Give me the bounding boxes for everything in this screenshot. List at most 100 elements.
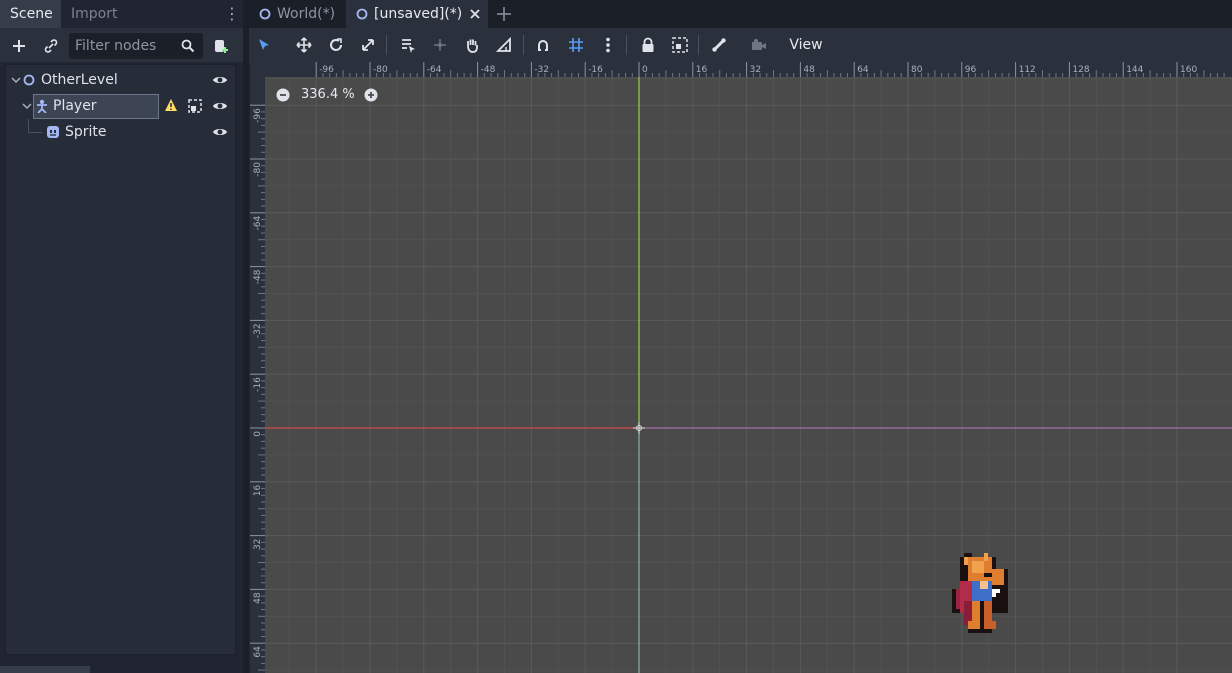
zoom-out-icon[interactable] <box>276 88 290 102</box>
filter-nodes-field[interactable] <box>69 33 203 59</box>
toolbar-separator <box>386 35 387 55</box>
link-icon <box>44 39 58 53</box>
list-select-button[interactable] <box>395 32 421 58</box>
ruler-label: 32 <box>253 539 263 550</box>
filter-nodes-input[interactable] <box>69 33 177 59</box>
smart-snap-button[interactable] <box>531 32 557 58</box>
tab-import[interactable]: Import <box>61 0 126 28</box>
tree-node-otherlevel[interactable]: OtherLevel <box>6 68 235 92</box>
add-node-button[interactable] <box>6 33 32 59</box>
pivot-icon <box>434 39 446 51</box>
hand-icon <box>467 39 478 53</box>
scale-mode-button[interactable] <box>355 32 381 58</box>
toolbar-separator <box>698 35 699 55</box>
tree-node-label: OtherLevel <box>41 72 118 88</box>
rotate-icon <box>330 38 342 51</box>
skeleton-options-button[interactable] <box>706 32 732 58</box>
pivot-mode-button[interactable] <box>427 32 453 58</box>
group-button[interactable] <box>667 32 693 58</box>
toolbar-separator <box>523 35 524 55</box>
ruler-label: 64 <box>857 65 869 75</box>
ruler-icon <box>496 37 511 52</box>
move-icon <box>296 37 312 53</box>
bone-icon <box>712 38 726 52</box>
node2d-circle-icon <box>23 74 35 86</box>
ruler-label: -80 <box>253 162 263 177</box>
list-select-icon <box>402 39 415 53</box>
node2d-circle-icon <box>356 8 368 20</box>
canvas-viewport[interactable]: -96 -80 -64 -48 -32 -16 0 16 32 48 64 80 96 112 128 144… <box>250 62 1232 673</box>
tab-scene[interactable]: Scene <box>0 0 61 28</box>
node2d-circle-icon <box>259 8 271 20</box>
ruler-label: -48 <box>481 65 496 75</box>
lock-button[interactable] <box>635 32 661 58</box>
move-mode-button[interactable] <box>291 32 317 58</box>
ruler-label: 16 <box>253 485 263 497</box>
zoom-level[interactable]: 336.4 % <box>301 85 355 105</box>
grid-snap-icon <box>569 38 583 52</box>
plus-icon <box>497 7 511 21</box>
ruler-label: 48 <box>253 592 263 604</box>
ruler-label: -80 <box>373 65 388 75</box>
dock-menu-icon[interactable]: ⋮ <box>224 4 240 24</box>
ruler-label: 128 <box>1072 65 1089 75</box>
ruler-label: -64 <box>253 216 263 231</box>
close-icon[interactable] <box>469 8 481 20</box>
ruler-label: 144 <box>1126 65 1143 75</box>
kebab-menu-icon <box>606 37 610 53</box>
script-add-icon <box>215 40 228 53</box>
collapse-arrow-icon[interactable] <box>22 101 32 111</box>
plus-icon <box>13 40 25 52</box>
ruler-mode-button[interactable] <box>491 32 517 58</box>
group-selectable-icon[interactable] <box>188 99 202 113</box>
ruler-label: -96 <box>253 108 263 123</box>
tree-node-label: Sprite <box>65 124 107 140</box>
dock-splitter[interactable] <box>243 0 249 673</box>
canvas-grid: -96 -80 -64 -48 -32 -16 0 16 32 48 64 80 96 112 128 144… <box>250 62 1232 673</box>
warning-icon[interactable] <box>164 98 178 112</box>
ruler-label: -48 <box>253 269 263 284</box>
visibility-eye-icon[interactable] <box>212 125 228 139</box>
camera-override-button[interactable] <box>746 32 772 58</box>
kinematic-body-icon <box>37 99 47 113</box>
instance-scene-button[interactable] <box>38 33 64 59</box>
snap-options-button[interactable] <box>595 32 621 58</box>
tree-node-sprite[interactable]: Sprite <box>6 120 235 144</box>
ruler-label: 112 <box>1019 65 1036 75</box>
select-mode-button[interactable] <box>251 32 277 58</box>
view-menu[interactable]: View <box>784 31 828 59</box>
tab-label: [unsaved](*) <box>374 6 463 22</box>
ruler-label: -96 <box>319 65 334 75</box>
visibility-eye-icon[interactable] <box>212 73 228 87</box>
ruler-corner <box>250 62 265 77</box>
rotate-mode-button[interactable] <box>323 32 349 58</box>
snap-icon <box>538 40 548 51</box>
player-sprite[interactable] <box>952 553 1008 633</box>
visibility-eye-icon[interactable] <box>212 99 228 113</box>
ruler-label: -32 <box>253 323 263 338</box>
grid-snap-button[interactable] <box>563 32 589 58</box>
ruler-label: 64 <box>253 646 263 658</box>
tree-node-player[interactable]: Player <box>6 94 235 119</box>
tab-unsaved-scene[interactable]: [unsaved](*) <box>346 0 488 28</box>
scale-icon <box>362 39 374 51</box>
ruler-label: 0 <box>253 431 263 437</box>
ruler-label: -32 <box>534 65 549 75</box>
origin-marker <box>633 422 645 434</box>
group-icon <box>672 37 688 53</box>
collapse-arrow-icon[interactable] <box>11 75 21 85</box>
zoom-in-icon[interactable] <box>364 88 378 102</box>
ruler-label: 48 <box>803 65 815 75</box>
ruler-label: -64 <box>427 65 442 75</box>
search-icon <box>181 39 195 53</box>
tab-world-scene[interactable]: World(*) <box>249 0 346 28</box>
toolbar-separator <box>626 35 627 55</box>
sprite-icon <box>47 126 59 138</box>
attach-script-button[interactable] <box>208 33 234 59</box>
ruler-label: 16 <box>696 65 708 75</box>
ruler-label: -16 <box>253 377 263 392</box>
pan-mode-button[interactable] <box>459 32 485 58</box>
zoom-control: 336.4 % <box>274 85 384 105</box>
new-scene-tab-button[interactable] <box>494 3 514 25</box>
lock-icon <box>642 37 654 52</box>
